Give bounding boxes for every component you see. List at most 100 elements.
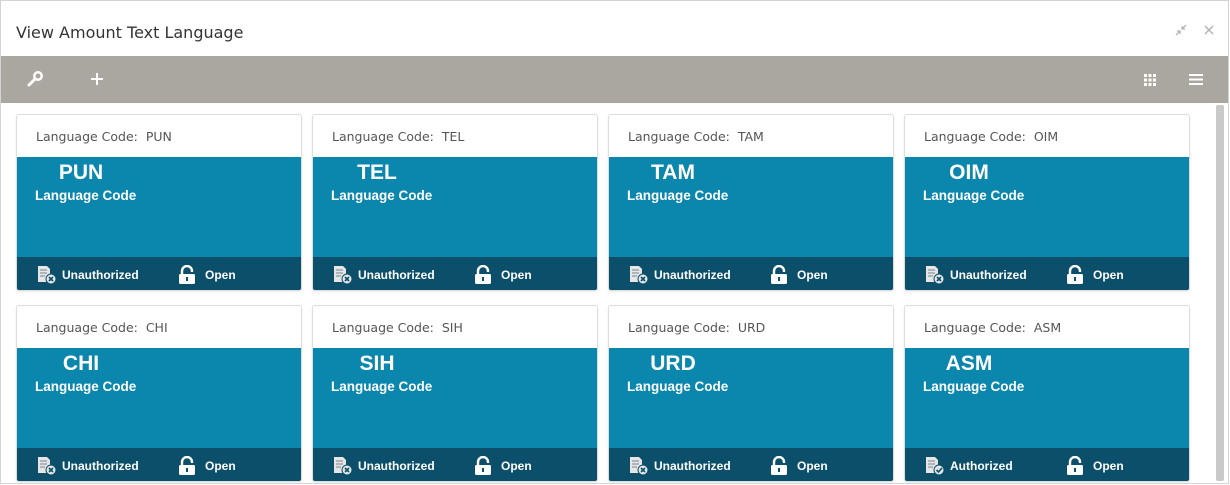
language-card[interactable]: Language Code: TAM TAM Language Code Una… xyxy=(608,114,894,291)
language-card[interactable]: Language Code: ASM ASM Language Code Aut… xyxy=(904,305,1190,482)
lock-status-label: Open xyxy=(797,459,828,473)
card-header-label: Language Code: xyxy=(628,129,730,144)
auth-status: Unauthorized xyxy=(628,456,731,476)
language-code-value: TEL xyxy=(357,161,397,184)
lock-status-label: Open xyxy=(1093,268,1124,282)
vertical-scrollbar[interactable] xyxy=(1212,103,1228,483)
card-header: Language Code: TEL xyxy=(313,115,597,157)
language-code-caption: Language Code xyxy=(627,379,729,394)
card-header-value: TEL xyxy=(441,129,465,144)
unauthorized-icon xyxy=(630,457,649,476)
language-card[interactable]: Language Code: URD URD Language Code Una… xyxy=(608,305,894,482)
lock-status: Open xyxy=(770,265,828,285)
auth-status-label: Unauthorized xyxy=(62,268,139,282)
lock-status: Open xyxy=(770,456,828,476)
language-card[interactable]: Language Code: TEL TEL Language Code Una… xyxy=(312,114,598,291)
card-header: Language Code: URD xyxy=(609,306,893,348)
card-header-label: Language Code: xyxy=(36,129,138,144)
language-code-value: ASM xyxy=(945,352,993,375)
card-header: Language Code: ASM xyxy=(905,306,1189,348)
card-grid-area: Language Code: PUN PUN Language Code Una… xyxy=(1,103,1211,483)
card-header: Language Code: TAM xyxy=(609,115,893,157)
language-card[interactable]: Language Code: PUN PUN Language Code Una… xyxy=(16,114,302,291)
lock-status: Open xyxy=(1066,265,1124,285)
card-body: TEL Language Code xyxy=(313,157,597,257)
lock-status-label: Open xyxy=(501,459,532,473)
unauthorized-icon xyxy=(334,457,353,476)
unlock-icon xyxy=(179,456,195,475)
card-header-label: Language Code: xyxy=(332,129,434,144)
language-card[interactable]: Language Code: OIM OIM Language Code Una… xyxy=(904,114,1190,291)
unlock-icon xyxy=(771,456,787,475)
card-body: TAM Language Code xyxy=(609,157,893,257)
unlock-icon xyxy=(771,265,787,284)
language-code-caption: Language Code xyxy=(923,188,1025,203)
language-code-caption: Language Code xyxy=(627,188,729,203)
lock-status: Open xyxy=(1066,456,1124,476)
close-icon[interactable] xyxy=(1202,23,1216,37)
auth-status: Unauthorized xyxy=(924,265,1027,285)
card-header-label: Language Code: xyxy=(924,129,1026,144)
lock-status: Open xyxy=(178,456,236,476)
card-body: ASM Language Code xyxy=(905,348,1189,448)
grid-view-icon[interactable] xyxy=(1139,68,1161,90)
auth-status-label: Unauthorized xyxy=(950,268,1027,282)
language-card[interactable]: Language Code: CHI CHI Language Code Una… xyxy=(16,305,302,482)
language-code-value: CHI xyxy=(62,352,100,375)
window-controls xyxy=(1174,23,1216,37)
window-titlebar: View Amount Text Language xyxy=(1,1,1228,55)
auth-status: Authorized xyxy=(924,456,1013,476)
card-header: Language Code: OIM xyxy=(905,115,1189,157)
auth-status: Unauthorized xyxy=(332,265,435,285)
lock-status-label: Open xyxy=(205,268,236,282)
language-card[interactable]: Language Code: SIH SIH Language Code Una… xyxy=(312,305,598,482)
auth-status-label: Unauthorized xyxy=(358,268,435,282)
lock-status: Open xyxy=(474,265,532,285)
card-header-label: Language Code: xyxy=(924,320,1026,335)
language-code-caption: Language Code xyxy=(331,188,433,203)
toolbar xyxy=(1,56,1228,103)
auth-status: Unauthorized xyxy=(332,456,435,476)
card-footer: Unauthorized Open xyxy=(313,448,597,481)
scrollbar-thumb[interactable] xyxy=(1216,105,1224,481)
unauthorized-icon xyxy=(630,266,649,285)
card-header-label: Language Code: xyxy=(36,320,138,335)
window-title: View Amount Text Language xyxy=(16,23,244,42)
card-header-value: SIH xyxy=(441,320,463,335)
card-body: OIM Language Code xyxy=(905,157,1189,257)
search-icon[interactable] xyxy=(25,68,47,90)
language-code-value: OIM xyxy=(949,161,989,184)
unlock-icon xyxy=(475,456,491,475)
card-body: PUN Language Code xyxy=(17,157,301,257)
lock-status-label: Open xyxy=(501,268,532,282)
add-icon[interactable] xyxy=(86,68,108,90)
language-code-caption: Language Code xyxy=(331,379,433,394)
auth-status: Unauthorized xyxy=(36,265,139,285)
unlock-icon xyxy=(1067,456,1083,475)
lock-status: Open xyxy=(178,265,236,285)
lock-status-label: Open xyxy=(797,268,828,282)
language-code-value: SIH xyxy=(359,352,395,375)
card-body: SIH Language Code xyxy=(313,348,597,448)
card-footer: Unauthorized Open xyxy=(609,257,893,290)
auth-status-label: Unauthorized xyxy=(654,268,731,282)
card-header: Language Code: CHI xyxy=(17,306,301,348)
lock-status: Open xyxy=(474,456,532,476)
language-code-value: TAM xyxy=(651,161,695,184)
auth-status: Unauthorized xyxy=(36,456,139,476)
card-footer: Unauthorized Open xyxy=(905,257,1189,290)
card-grid: Language Code: PUN PUN Language Code Una… xyxy=(16,114,1190,482)
list-view-icon[interactable] xyxy=(1185,68,1207,90)
language-code-caption: Language Code xyxy=(923,379,1025,394)
card-footer: Unauthorized Open xyxy=(17,448,301,481)
card-header-label: Language Code: xyxy=(332,320,434,335)
card-header-value: PUN xyxy=(145,129,172,144)
language-code-value: PUN xyxy=(58,161,104,184)
minimize-icon[interactable] xyxy=(1174,23,1188,37)
unauthorized-icon xyxy=(38,266,57,285)
card-footer: Unauthorized Open xyxy=(17,257,301,290)
auth-status-label: Unauthorized xyxy=(654,459,731,473)
unlock-icon xyxy=(475,265,491,284)
card-header: Language Code: PUN xyxy=(17,115,301,157)
card-header-value: OIM xyxy=(1033,129,1059,144)
